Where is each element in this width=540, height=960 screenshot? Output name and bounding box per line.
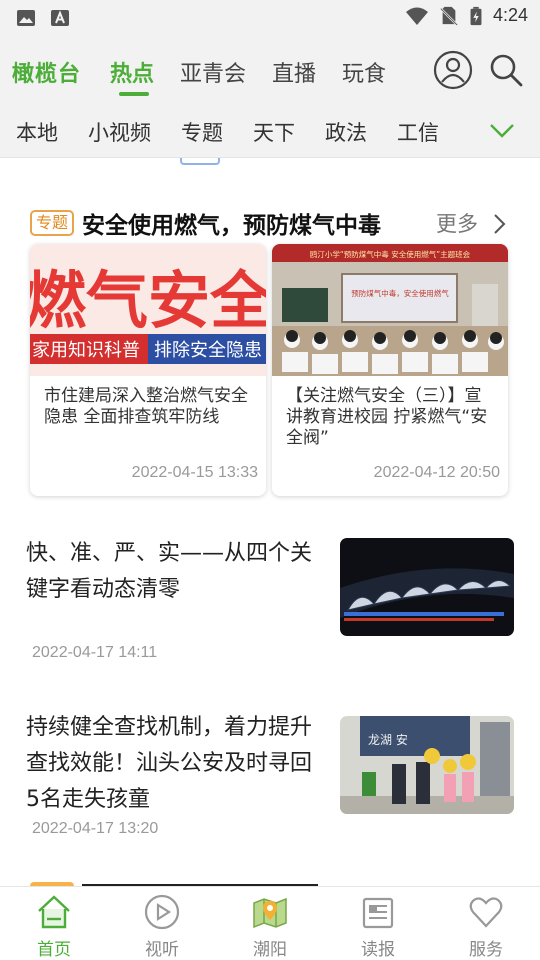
card-date: 2022-04-12 20:50	[373, 464, 500, 481]
news-date: 2022-04-17 14:11	[32, 644, 158, 661]
subnav-short-video[interactable]: 小视频	[88, 117, 151, 147]
image-screen: 预防煤气中毒，安全使用燃气	[351, 288, 449, 298]
nav-label: 潮阳	[253, 940, 287, 960]
image-banner: 鸥汀小学“预防煤气中毒 安全使用燃气”主题班会	[310, 249, 471, 259]
scrolled-item-edge	[180, 158, 220, 165]
search-icon[interactable]	[488, 52, 524, 88]
card-image-classroom: 鸥汀小学“预防煤气中毒 安全使用燃气”主题班会 预防煤气中毒，安全使用燃气	[272, 244, 508, 376]
topic-title[interactable]: 安全使用燃气，预防煤气中毒	[82, 206, 381, 240]
subnav-local[interactable]: 本地	[16, 117, 58, 147]
topic-more-link[interactable]: 更多	[436, 208, 478, 238]
font-icon	[51, 10, 69, 26]
home-icon	[38, 895, 70, 929]
nav-newspaper[interactable]: 读报	[324, 887, 432, 960]
topic-header: 专题 安全使用燃气，预防煤气中毒 更多	[30, 206, 510, 242]
map-icon	[253, 897, 287, 929]
news-date: 2022-04-17 13:20	[32, 820, 159, 837]
image-big-text: 燃气安全	[30, 264, 266, 337]
nav-label: 读报	[361, 940, 395, 960]
top-bar: 橄榄台 热点 亚青会 直播 玩食	[0, 36, 540, 102]
topic-badge: 专题	[30, 210, 75, 236]
chevron-down-icon[interactable]	[488, 116, 516, 144]
news-feed[interactable]: 专题 安全使用燃气，预防煤气中毒 更多 燃气安全 家用知识科普 排除安全隐患 市…	[0, 158, 540, 886]
nav-services[interactable]: 服务	[432, 887, 540, 960]
sub-channel-nav: 本地 小视频 专题 天下 政法 工信	[0, 102, 540, 158]
topic-card[interactable]: 鸥汀小学“预防煤气中毒 安全使用燃气”主题班会 预防煤气中毒，安全使用燃气 【关…	[272, 244, 508, 496]
nav-audio-video[interactable]: 视听	[108, 887, 216, 960]
news-title: 持续健全查找机制，着力提升查找效能！汕头公安及时寻回5名走失孩童	[26, 715, 313, 812]
nav-label: 首页	[37, 940, 71, 960]
brand-logo[interactable]: 橄榄台	[12, 56, 81, 88]
card-image-gas-safety: 燃气安全 家用知识科普 排除安全隐患	[30, 244, 266, 376]
wifi-icon	[405, 7, 428, 25]
card-date: 2022-04-15 13:33	[131, 464, 258, 481]
image-band-right: 排除安全隐患	[154, 340, 262, 361]
subnav-world[interactable]: 天下	[253, 117, 295, 147]
no-sim-icon	[439, 6, 458, 26]
image-band-left: 家用知识科普	[32, 340, 140, 361]
image-icon	[17, 10, 35, 26]
bottom-nav: 首页 视听 潮阳 读报 服务	[0, 886, 540, 960]
chevron-right-icon[interactable]	[490, 212, 510, 236]
card-title: 【关注燃气安全（三）】宣讲教育进校园 拧紧燃气“安全阀”	[286, 386, 488, 448]
user-avatar-icon[interactable]	[433, 50, 473, 90]
nav-chaoyang[interactable]: 潮阳	[216, 887, 324, 960]
news-thumbnail	[340, 538, 514, 636]
card-title: 市住建局深入整治燃气安全隐患 全面排查筑牢防线	[44, 386, 248, 427]
topic-card[interactable]: 燃气安全 家用知识科普 排除安全隐患 市住建局深入整治燃气安全隐患 全面排查筑牢…	[30, 244, 266, 496]
play-circle-icon	[144, 894, 180, 930]
news-item[interactable]: 持续健全查找机制，着力提升查找效能！汕头公安及时寻回5名走失孩童 2022-04…	[0, 710, 540, 850]
newspaper-icon	[362, 897, 394, 929]
subnav-politics-law[interactable]: 政法	[325, 117, 367, 147]
nav-label: 服务	[469, 940, 503, 960]
news-title: 快、准、严、实——从四个关键字看动态清零	[26, 541, 313, 602]
nav-label: 视听	[145, 940, 179, 960]
tab-food[interactable]: 玩食	[342, 56, 386, 88]
clock: 4:24	[492, 5, 528, 25]
channel-tabs: 热点 亚青会 直播 玩食	[110, 56, 386, 96]
news-item[interactable]: 快、准、严、实——从四个关键字看动态清零 2022-04-17 14:11	[0, 536, 540, 666]
tab-asian-youth-games[interactable]: 亚青会	[180, 56, 246, 88]
image-sign: 龙湖 安	[368, 732, 408, 747]
battery-charging-icon	[470, 6, 482, 25]
subnav-topics[interactable]: 专题	[181, 117, 223, 147]
status-bar: 4:24	[0, 0, 540, 36]
news-thumbnail: 龙湖 安	[340, 716, 514, 814]
heart-icon	[469, 897, 503, 928]
subnav-industry-it[interactable]: 工信	[397, 117, 439, 147]
nav-home[interactable]: 首页	[0, 887, 108, 960]
tab-live[interactable]: 直播	[272, 56, 316, 88]
tab-hot[interactable]: 热点	[110, 56, 154, 96]
